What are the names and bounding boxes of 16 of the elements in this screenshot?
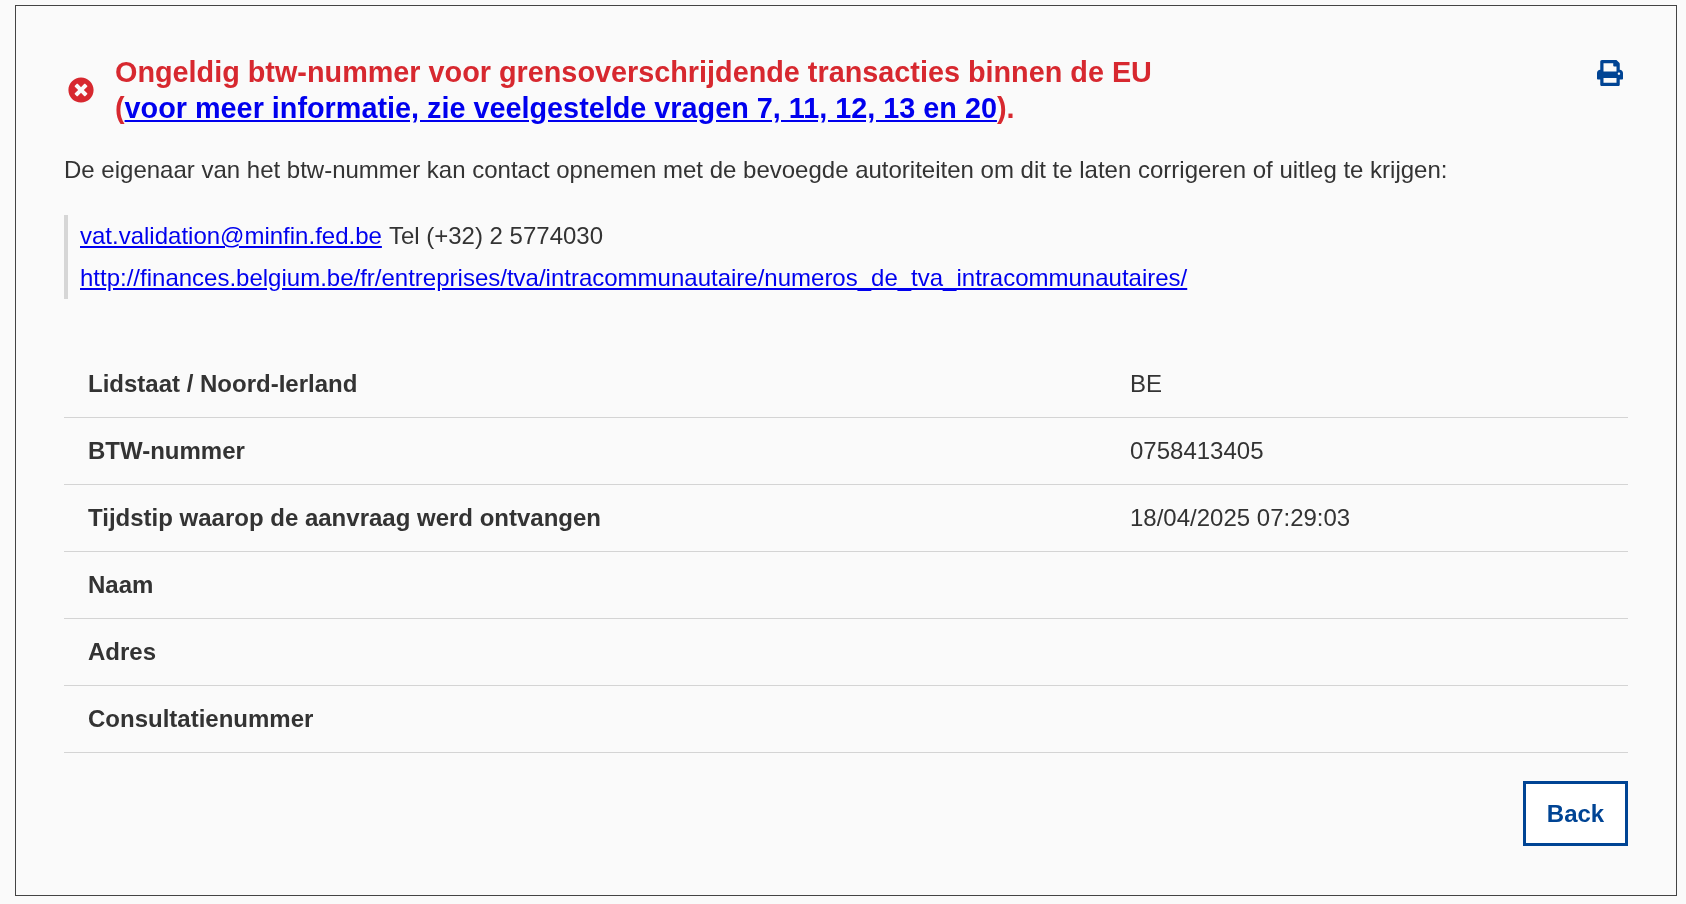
email-link[interactable]: vat.validation@minfin.fed.be [80, 215, 382, 257]
field-label: Lidstaat / Noord-Ierland [88, 370, 358, 397]
print-icon[interactable] [1596, 60, 1624, 86]
intro-text: De eigenaar van het btw-nummer kan contact opnemen met de bevoegde autoriteiten om dit te laten corrigeren of uitleg te krijgen: [64, 155, 1449, 185]
field-label: BTW-nummer [88, 437, 245, 464]
field-label: Consultatienummer [88, 705, 314, 732]
field-label: Adres [88, 638, 157, 665]
field-label: Naam [88, 571, 154, 598]
field-value: 0758413405 [1130, 437, 1264, 464]
back-button[interactable]: Back [1523, 781, 1628, 846]
field-value: 18/04/2025 07:29:03 [1130, 504, 1351, 531]
phone-number: Tel (+32) 2 5774030 [388, 221, 604, 251]
field-value: BE [1130, 370, 1162, 397]
website-link[interactable]: http://finances.belgium.be/fr/entreprises/tva/intracommunautaire/numeros_de_tva_intracommunautaires/ [80, 257, 1188, 299]
error-heading: Ongeldig btw-nummer voor grensoverschrijdende transacties binnen de EU (voor meer informatie, zie veelgestelde vragen 7, 11, 12, 13 en 20). [115, 55, 1153, 126]
field-label: Tijdstip waarop de aanvraag werd ontvangen [88, 504, 601, 531]
